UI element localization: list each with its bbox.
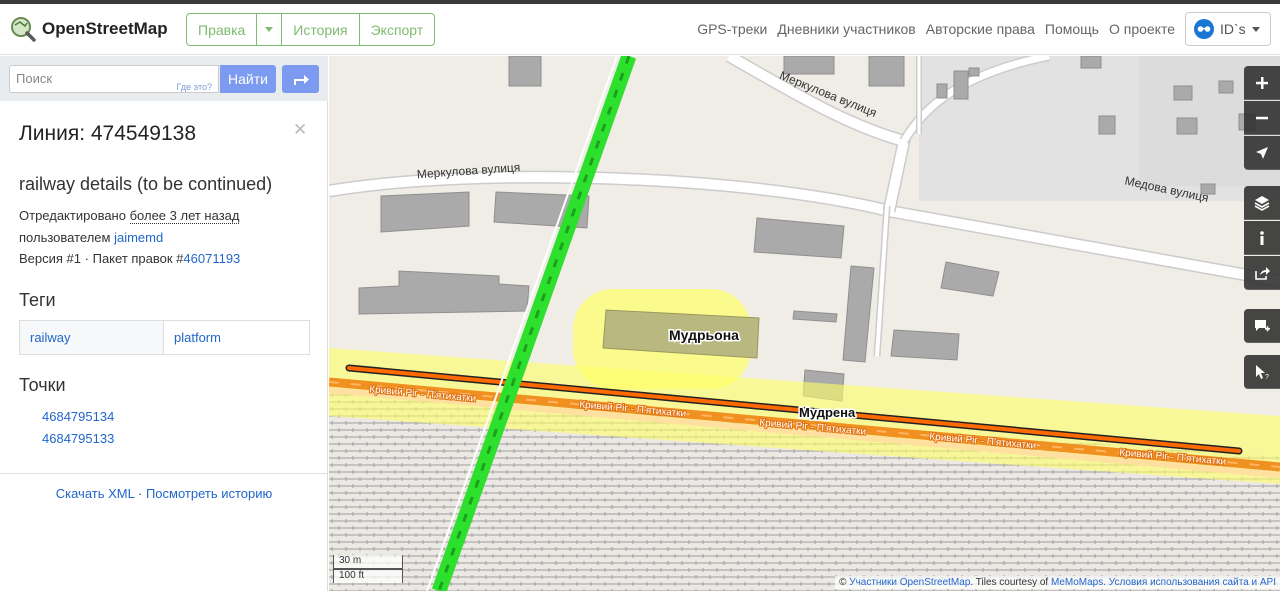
caret-down-icon: [265, 27, 274, 32]
location-arrow-icon: [1256, 146, 1268, 159]
version-line: Версия #1 · Пакет правок #46071193: [19, 251, 240, 266]
plus-icon: [1256, 76, 1268, 89]
glasses-icon: [1197, 26, 1211, 32]
close-icon[interactable]: ✕: [293, 120, 307, 140]
divider: [0, 473, 328, 474]
nav-about[interactable]: О проекте: [1109, 21, 1175, 37]
platform-label: Мудрена: [799, 405, 856, 420]
note-add-icon: [1255, 319, 1270, 331]
changeset-comment: railway details (to be continued): [19, 174, 273, 194]
zoom-out-button[interactable]: [1244, 101, 1280, 135]
export-button[interactable]: Экспорт: [360, 14, 435, 45]
tags-heading: Теги: [19, 290, 56, 310]
view-history-link[interactable]: Посмотреть историю: [146, 486, 272, 501]
layers-button[interactable]: [1244, 186, 1280, 220]
edited-line: Отредактировано более 3 лет назад: [19, 208, 240, 224]
edit-button-group: Правка История Экспорт: [186, 13, 436, 46]
share-icon: [1255, 266, 1270, 280]
attribution-memomaps-link[interactable]: MeMoMaps: [1051, 577, 1103, 588]
user-line: пользователем jaimemd: [19, 230, 163, 245]
map-attribution: © Участники OpenStreetMap. Tiles courtes…: [835, 576, 1280, 589]
tag-value[interactable]: platform: [164, 321, 309, 354]
nav-diaries[interactable]: Дневники участников: [777, 21, 915, 37]
directions-icon: [293, 75, 309, 85]
caret-down-icon: [1251, 26, 1260, 32]
attribution-tiles-text: . Tiles courtesy of: [970, 577, 1049, 588]
nav-copyright[interactable]: Авторские права: [926, 21, 1035, 37]
version-text: Версия #1: [19, 251, 82, 266]
nav-help[interactable]: Помощь: [1045, 21, 1099, 37]
node-link[interactable]: 4684795134: [42, 409, 114, 424]
station-label: Мудрьона: [669, 327, 739, 343]
logo-text: OpenStreetMap: [42, 19, 168, 38]
attribution-osm-link[interactable]: OpenStreetMap: [900, 577, 971, 588]
download-xml-link[interactable]: Скачать XML: [56, 486, 135, 501]
user-prefix: пользователем: [19, 230, 111, 245]
scale-metric: 30 m: [333, 555, 403, 569]
share-button[interactable]: [1244, 256, 1280, 290]
feature-title: Линия: 474549138: [19, 122, 196, 145]
map[interactable]: Меркулова вулиця Меркулова вулиця Медова…: [329, 56, 1280, 591]
user-menu-button[interactable]: ID`s: [1185, 12, 1271, 46]
query-features-button[interactable]: ?: [1244, 355, 1280, 389]
changeset-prefix: Пакет правок #: [92, 251, 184, 266]
edited-prefix: Отредактировано: [19, 208, 126, 223]
layers-icon: [1254, 195, 1270, 211]
zoom-in-button[interactable]: [1244, 66, 1280, 100]
attribution-copy: ©: [839, 577, 847, 588]
map-canvas[interactable]: Меркулова вулиця Меркулова вулиця Медова…: [329, 56, 1280, 591]
attribution-contributors-link[interactable]: Участники: [849, 577, 897, 588]
where-is-this-link[interactable]: Где это?: [177, 74, 212, 100]
magnifier-logo-icon: [11, 17, 36, 42]
edit-button[interactable]: Правка: [187, 14, 258, 45]
logo[interactable]: OpenStreetMap: [10, 16, 168, 42]
scale-imperial: 100 ft: [333, 569, 403, 583]
map-key-button[interactable]: [1244, 221, 1280, 255]
search-button[interactable]: Найти: [220, 65, 276, 93]
directions-button[interactable]: [282, 65, 319, 93]
geolocate-button[interactable]: [1244, 136, 1280, 170]
version-separator: ·: [84, 251, 89, 266]
search-bar: Поиск Где это? Найти: [0, 56, 328, 101]
sidebar: Поиск Где это? Найти Линия: 474549138 ✕ …: [0, 56, 328, 591]
edited-time: более 3 лет назад: [129, 208, 240, 224]
scale-bar: 30 m 100 ft: [333, 555, 403, 583]
avatar: [1194, 19, 1214, 39]
add-note-button[interactable]: [1244, 309, 1280, 343]
svg-text:?: ?: [1265, 374, 1269, 380]
edit-dropdown-button[interactable]: [257, 14, 283, 45]
secondary-nav: GPS-треки Дневники участников Авторские …: [697, 21, 1175, 37]
nodes-list: 4684795134 4684795133: [42, 406, 114, 450]
info-icon: [1260, 230, 1264, 245]
search-placeholder: Поиск: [16, 71, 53, 86]
tag-key[interactable]: railway: [20, 321, 164, 354]
user-link[interactable]: jaimemd: [114, 230, 163, 245]
node-link[interactable]: 4684795133: [42, 431, 114, 446]
footer-links: Скачать XML · Посмотреть историю: [0, 486, 328, 501]
footer-separator: ·: [137, 486, 143, 501]
search-input[interactable]: Поиск Где это?: [9, 65, 219, 93]
minus-icon: [1256, 116, 1268, 119]
nav-gps-traces[interactable]: GPS-треки: [697, 21, 767, 37]
nodes-heading: Точки: [19, 375, 66, 395]
changeset-link[interactable]: 46071193: [183, 251, 240, 266]
tags-table: railway platform: [19, 320, 310, 355]
header: OpenStreetMap Правка История Экспорт GPS…: [0, 4, 1280, 55]
user-name: ID`s: [1220, 21, 1246, 37]
cursor-query-icon: ?: [1256, 364, 1269, 380]
history-button[interactable]: История: [282, 14, 360, 45]
attribution-terms-link[interactable]: . Условия использования сайта и API: [1103, 577, 1276, 588]
